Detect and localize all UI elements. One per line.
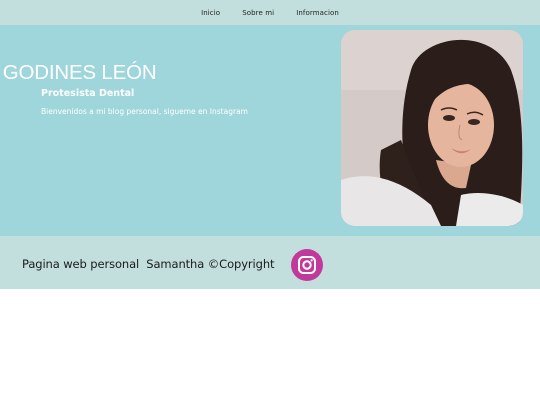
top-navigation: Inicio Sobre mi Informacion <box>0 0 540 25</box>
hero-subtitle: Protesista Dental <box>41 88 135 99</box>
footer: Pagina web personal Samantha ©Copyright <box>0 236 540 289</box>
footer-copyright-text: Pagina web personal Samantha ©Copyright <box>22 257 275 271</box>
nav-link-sobre-mi[interactable]: Sobre mi <box>242 9 274 17</box>
nav-link-informacion[interactable]: Informacion <box>296 9 339 17</box>
hero-tagline: Bienvenidos a mi blog personal, sigueme … <box>41 107 248 116</box>
nav-link-inicio[interactable]: Inicio <box>201 9 220 17</box>
instagram-button[interactable] <box>291 249 323 281</box>
profile-photo <box>341 30 523 226</box>
instagram-icon <box>298 256 316 274</box>
hero-section: THA GODINES LEÓN Protesista Dental Bienv… <box>0 25 540 236</box>
portrait-image <box>341 30 523 226</box>
hero-title: THA GODINES LEÓN <box>0 61 157 84</box>
